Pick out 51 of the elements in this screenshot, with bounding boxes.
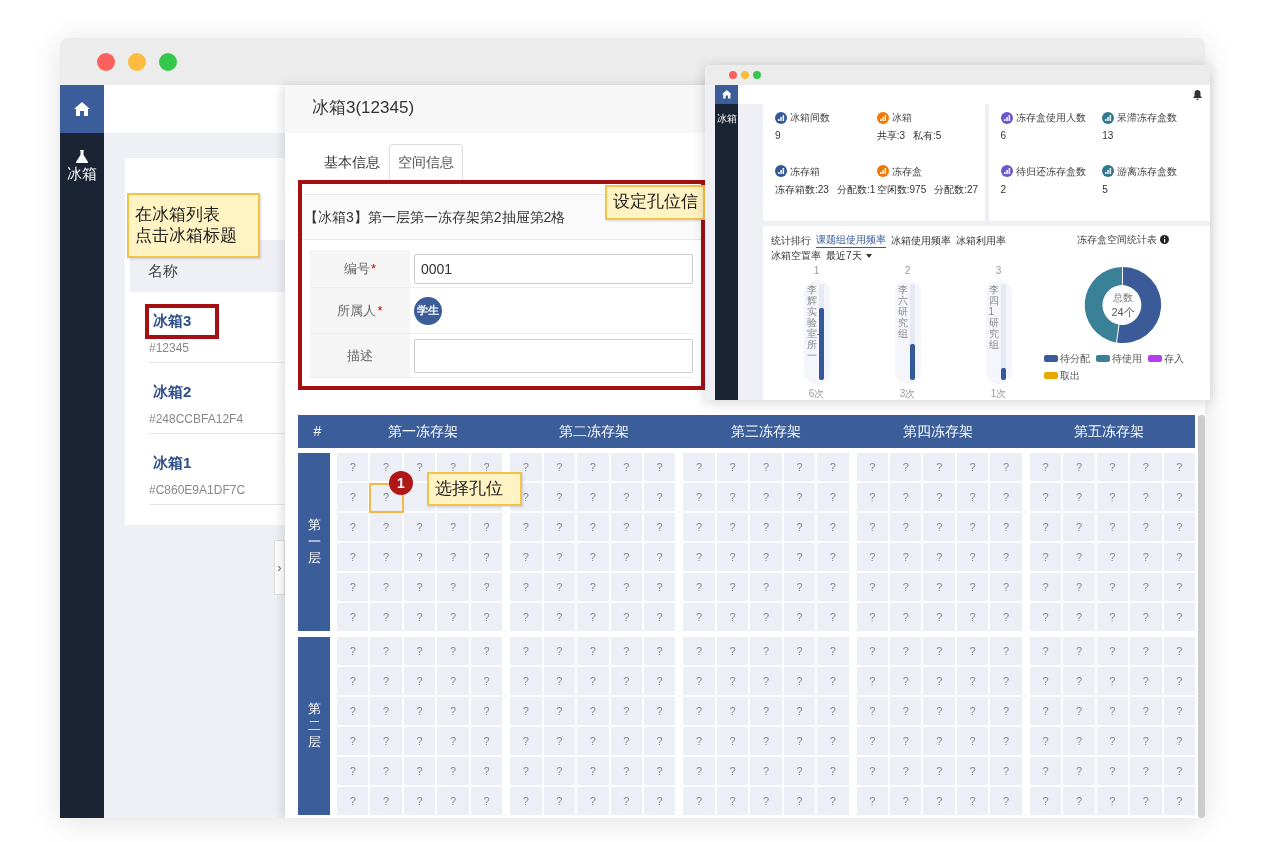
rank-number: 1 (813, 264, 820, 278)
stat-value: 分配数:27 (934, 182, 979, 197)
stat-value: 空闲数:975 (876, 182, 927, 197)
bar-count: 3次 (899, 387, 916, 400)
avatar: 学生 (414, 296, 442, 325)
stat-value: 冻存箱数:23 (775, 182, 829, 197)
stat-label: 呆滞冻存盒数 (1117, 111, 1178, 125)
bar-label: 李辉实验室-所一 (806, 284, 817, 363)
fridge-code: #C860E9A1DF7C (149, 481, 247, 499)
rank-number: 2 (904, 264, 911, 278)
rank-number: 3 (995, 264, 1002, 278)
stat-label: 冻存箱 (790, 164, 820, 179)
layer-label: 第一层 (307, 516, 321, 568)
chart-center-value: 24个 (1111, 306, 1135, 318)
stat-label: 冰箱 (891, 111, 912, 125)
stat-value: 2 (1000, 182, 1007, 197)
column-header: 第三冻存架 (730, 422, 802, 441)
column-header: 第五冻存架 (1073, 422, 1146, 441)
bar-count: 1次 (990, 387, 1007, 400)
callout-tooltip: 选择孔位 (427, 472, 522, 506)
legend-label: 取出 (1060, 369, 1080, 383)
field-label: 所属人 (337, 301, 377, 320)
bar-count: 6次 (808, 387, 825, 400)
column-header: 第一冻存架 (386, 422, 459, 441)
legend-label: 存入 (1164, 352, 1184, 366)
stat-label: 冻存盒 (891, 164, 922, 179)
fridge-code: #12345 (149, 339, 191, 357)
field-label: 编号 (343, 259, 370, 278)
column-header: 第四冻存架 (901, 422, 974, 441)
bar-label: 李六研究组 (897, 284, 908, 341)
section-title: 统计排行 (771, 233, 811, 248)
required-mark: * (377, 301, 383, 320)
layer-label: 第二层 (307, 700, 321, 752)
column-header: # (312, 422, 323, 441)
stat-value: 分配数:1 (836, 182, 876, 197)
callout-tooltip: 设定孔位信 (605, 185, 705, 220)
stat-value: 5 (1102, 182, 1108, 197)
field-label: 描述 (347, 346, 373, 365)
stat-label: 游离冻存盒数 (1117, 164, 1178, 179)
stat-label: 冻存盒使用人数 (1015, 111, 1086, 125)
callout-text: 在冰箱列表 (135, 205, 221, 226)
legend-label: 待使用 (1112, 352, 1142, 366)
legend-label: 待分配 (1060, 352, 1090, 366)
stat-label: 冰箱间数 (790, 111, 830, 125)
column-header: 第二冻存架 (558, 422, 631, 441)
stat-label: 待归还冻存盒数 (1015, 164, 1086, 179)
fridge-code: #248CCBFA12F4 (149, 410, 245, 428)
section-title: 冻存盒空间统计表 (1077, 233, 1157, 247)
required-mark: * (370, 259, 377, 278)
chart-center-label: 总数 (1113, 292, 1133, 303)
bar-label: 李四1研究组 (988, 284, 999, 352)
